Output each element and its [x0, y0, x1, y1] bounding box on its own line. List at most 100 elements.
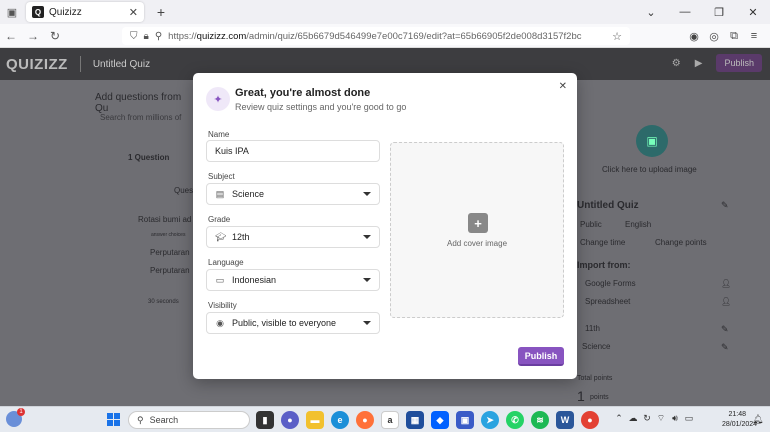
- clock-date: 28/01/2024: [722, 421, 758, 428]
- upload-image-link[interactable]: Click here to upload image: [602, 165, 697, 174]
- minimize-icon[interactable]: —: [668, 0, 702, 24]
- dialog-title: Great, you're almost done: [235, 87, 371, 99]
- taskbar-apps: ▮ ● ▬ e ● a ▦ ◆ ▣ ➤ ✆ ≋ W ●: [256, 411, 606, 429]
- tab-overflow-icon[interactable]: ⌄: [634, 0, 668, 24]
- name-value: Kuis IPA: [215, 146, 249, 156]
- word-icon[interactable]: W: [556, 411, 574, 429]
- taskbar-search-box[interactable]: ⚲ Search: [128, 411, 250, 429]
- grade-select[interactable]: 🎓︎ 12th: [206, 226, 380, 248]
- language-select[interactable]: ▭ Indonesian: [206, 269, 380, 291]
- header-publish-button[interactable]: Publish: [716, 54, 762, 72]
- tab-list-icon[interactable]: ▣: [0, 0, 24, 24]
- volume-icon[interactable]: 🔊︎: [668, 413, 682, 424]
- quiz-name[interactable]: Untitled Quiz: [93, 59, 150, 70]
- question-count: 1 Question: [128, 153, 170, 162]
- eye-icon: ◉: [216, 317, 224, 328]
- edge-icon[interactable]: e: [331, 411, 349, 429]
- edit-subject-icon[interactable]: ✎: [721, 342, 729, 353]
- close-icon[interactable]: ✕: [559, 81, 567, 92]
- publish-settings-dialog: ✕ ✦ Great, you're almost done Review qui…: [193, 73, 577, 379]
- tab-title: Quizizz: [49, 6, 82, 18]
- total-points-value: 1: [577, 388, 585, 404]
- close-window-icon[interactable]: ✕: [736, 0, 770, 24]
- url-path: /admin/quiz/65b6679d546499e7e00c7169/edi…: [246, 30, 582, 42]
- change-time-link[interactable]: Change time: [580, 238, 625, 247]
- book-icon: ▤: [215, 188, 225, 199]
- publish-button[interactable]: Publish: [518, 347, 564, 366]
- cover-image-dropzone[interactable]: + Add cover image: [390, 142, 564, 318]
- bookmark-star-icon[interactable]: ☆: [612, 30, 622, 43]
- chevron-up-icon[interactable]: ⌃: [612, 413, 626, 424]
- chevron-down-icon: [363, 321, 371, 325]
- preview-icon[interactable]: ▶: [695, 58, 703, 69]
- forward-icon[interactable]: →: [22, 29, 44, 43]
- background-settings-panel: ▣ Click here to upload image Untitled Qu…: [577, 80, 770, 406]
- weather-widget-icon[interactable]: 1: [6, 408, 25, 427]
- import-from-heading: Import from:: [577, 260, 631, 270]
- chat-icon[interactable]: ●: [281, 411, 299, 429]
- subject-selected: Science: [232, 189, 265, 199]
- task-view-icon[interactable]: ▮: [256, 411, 274, 429]
- settings-icon[interactable]: ⚙: [672, 58, 681, 69]
- answer-option: Perputaran: [150, 248, 190, 257]
- app-icon[interactable]: ▣: [456, 411, 474, 429]
- windows-start-icon[interactable]: [107, 413, 120, 426]
- background-question-panel: Add questions from Qu Search from millio…: [80, 80, 193, 406]
- shield-icon[interactable]: ⛉: [130, 31, 138, 42]
- permissions-icon[interactable]: ⚲: [155, 31, 162, 42]
- name-input[interactable]: Kuis IPA: [206, 140, 380, 162]
- user-icon: 👤︎: [721, 279, 732, 288]
- total-points-label: Total points: [577, 375, 613, 382]
- extensions-icon[interactable]: ⧉: [724, 30, 744, 43]
- reload-icon[interactable]: ↻: [44, 29, 66, 43]
- telegram-icon[interactable]: ➤: [481, 411, 499, 429]
- visibility-label: Public: [580, 220, 602, 229]
- spotify-icon[interactable]: ≋: [531, 411, 549, 429]
- lock-icon[interactable]: 🔒︎: [144, 31, 149, 42]
- taskbar-clock[interactable]: 21:48 28/01/2024: [722, 410, 758, 430]
- wifi-icon[interactable]: ⌔: [654, 413, 668, 424]
- clock-time: 21:48: [728, 411, 746, 418]
- grade-label: Grade: [208, 215, 231, 224]
- image-upload-icon[interactable]: ▣: [636, 125, 668, 157]
- edit-grade-icon[interactable]: ✎: [721, 324, 729, 335]
- battery-icon[interactable]: ▭: [682, 413, 696, 424]
- firefox-icon[interactable]: ●: [356, 411, 374, 429]
- browser-tab-bar: ▣ Q Quizizz ✕ + ⌄ — ❐ ✕: [0, 0, 770, 24]
- quizizz-favicon-icon: Q: [32, 6, 44, 18]
- chrome-icon[interactable]: ●: [581, 411, 599, 429]
- back-icon[interactable]: ←: [0, 29, 22, 43]
- points-unit: points: [590, 394, 609, 401]
- search-questions-input[interactable]: Search from millions of: [100, 113, 181, 122]
- tab-close-icon[interactable]: ✕: [129, 6, 138, 19]
- file-explorer-icon[interactable]: ▬: [306, 411, 324, 429]
- menu-icon[interactable]: ≡: [744, 30, 764, 42]
- graduation-cap-icon: 🎓︎: [215, 231, 227, 242]
- user-icon: 👤︎: [721, 297, 732, 306]
- amazon-icon[interactable]: a: [381, 411, 399, 429]
- language-selected: Indonesian: [232, 275, 277, 285]
- dropbox-icon[interactable]: ◆: [431, 411, 449, 429]
- whatsapp-icon[interactable]: ✆: [506, 411, 524, 429]
- address-bar[interactable]: ⛉ 🔒︎ ⚲ https://quizizz.com/admin/quiz/65…: [122, 27, 630, 45]
- sync-icon[interactable]: ↻: [640, 413, 654, 424]
- edit-title-icon[interactable]: ✎: [721, 200, 729, 211]
- import-spreadsheet[interactable]: Spreadsheet: [585, 297, 630, 306]
- notification-bell-icon[interactable]: 🔔︎: [752, 414, 763, 425]
- window-controls: ⌄ — ❐ ✕: [634, 0, 770, 24]
- new-tab-icon[interactable]: +: [150, 4, 172, 20]
- system-tray: ⌃ ☁ ↻ ⌔ 🔊︎ ▭: [612, 413, 696, 424]
- import-google-forms[interactable]: Google Forms: [585, 279, 636, 288]
- change-points-link[interactable]: Change points: [655, 238, 707, 247]
- pocket-icon[interactable]: ◉: [684, 30, 704, 43]
- grade-selected: 12th: [232, 232, 250, 242]
- subject-select[interactable]: ▤ Science: [206, 183, 380, 205]
- account-icon[interactable]: ◎: [704, 30, 724, 43]
- visibility-select[interactable]: ◉ Public, visible to everyone: [206, 312, 380, 334]
- browser-tab[interactable]: Q Quizizz ✕: [26, 2, 144, 22]
- browser-nav-bar: ← → ↻ ⛉ 🔒︎ ⚲ https://quizizz.com/admin/q…: [0, 24, 770, 48]
- store-icon[interactable]: ▦: [406, 411, 424, 429]
- restore-icon[interactable]: ❐: [702, 0, 736, 24]
- cloud-icon[interactable]: ☁: [626, 413, 640, 424]
- plus-icon[interactable]: +: [468, 213, 488, 233]
